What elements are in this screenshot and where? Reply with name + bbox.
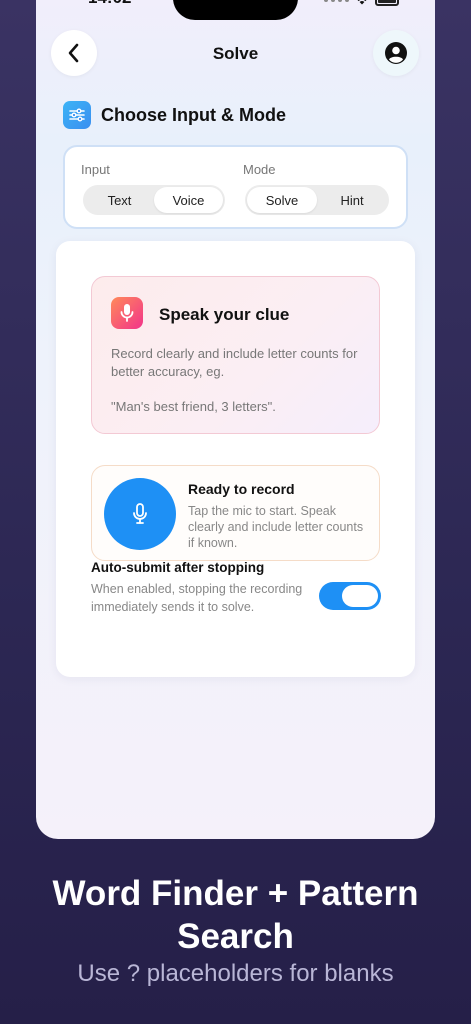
- record-title: Ready to record: [188, 481, 295, 497]
- wifi-icon: [357, 0, 367, 5]
- status-time: 14:02: [88, 0, 131, 8]
- input-option-voice[interactable]: Voice: [154, 187, 223, 213]
- record-card: Ready to record Tap the mic to start. Sp…: [91, 465, 380, 561]
- mic-icon: [133, 503, 147, 524]
- promo-subtitle: Use ? placeholders for blanks: [77, 960, 394, 987]
- input-label: Input: [81, 162, 110, 177]
- speak-clue-card: Speak your clue Record clearly and inclu…: [91, 276, 380, 434]
- auto-submit-title: Auto-submit after stopping: [91, 560, 265, 575]
- profile-icon: [385, 42, 407, 64]
- mode-label: Mode: [243, 162, 276, 177]
- input-segmented-control: Text Voice: [83, 185, 225, 215]
- auto-submit-toggle[interactable]: [319, 582, 381, 610]
- section-header: Choose Input & Mode: [63, 101, 286, 129]
- battery-icon: [375, 0, 399, 6]
- toggle-knob: [342, 585, 378, 607]
- promo-title-line-2: Search: [177, 917, 294, 956]
- record-description: Tap the mic to start. Speak clearly and …: [188, 504, 364, 550]
- auto-submit-description: When enabled, stopping the recording imm…: [91, 582, 303, 614]
- mode-option-solve[interactable]: Solve: [247, 187, 317, 213]
- record-mic-button[interactable]: [104, 478, 176, 550]
- dynamic-island: [173, 0, 298, 20]
- input-option-text[interactable]: Text: [85, 187, 154, 213]
- mic-icon: [111, 297, 143, 329]
- voice-panel: Speak your clue Record clearly and inclu…: [56, 241, 415, 677]
- input-mode-card: Input Text Voice Mode Solve Hint: [63, 145, 408, 229]
- status-icons: [324, 0, 399, 6]
- clue-card-title: Speak your clue: [159, 305, 290, 324]
- mode-option-hint[interactable]: Hint: [317, 187, 387, 213]
- mode-segmented-control: Solve Hint: [245, 185, 389, 215]
- clue-card-description: Record clearly and include letter counts…: [111, 346, 358, 379]
- profile-button[interactable]: [373, 30, 419, 76]
- promo-title: Word Finder + Pattern Search: [0, 872, 471, 958]
- signal-icon: [324, 0, 349, 2]
- promo-title-line-1: Word Finder + Pattern: [52, 874, 419, 913]
- phone-frame: 14:02 Solve: [36, 0, 435, 839]
- clue-card-example: "Man's best friend, 3 letters".: [111, 399, 276, 414]
- section-title: Choose Input & Mode: [101, 104, 286, 125]
- sliders-icon: [63, 101, 91, 129]
